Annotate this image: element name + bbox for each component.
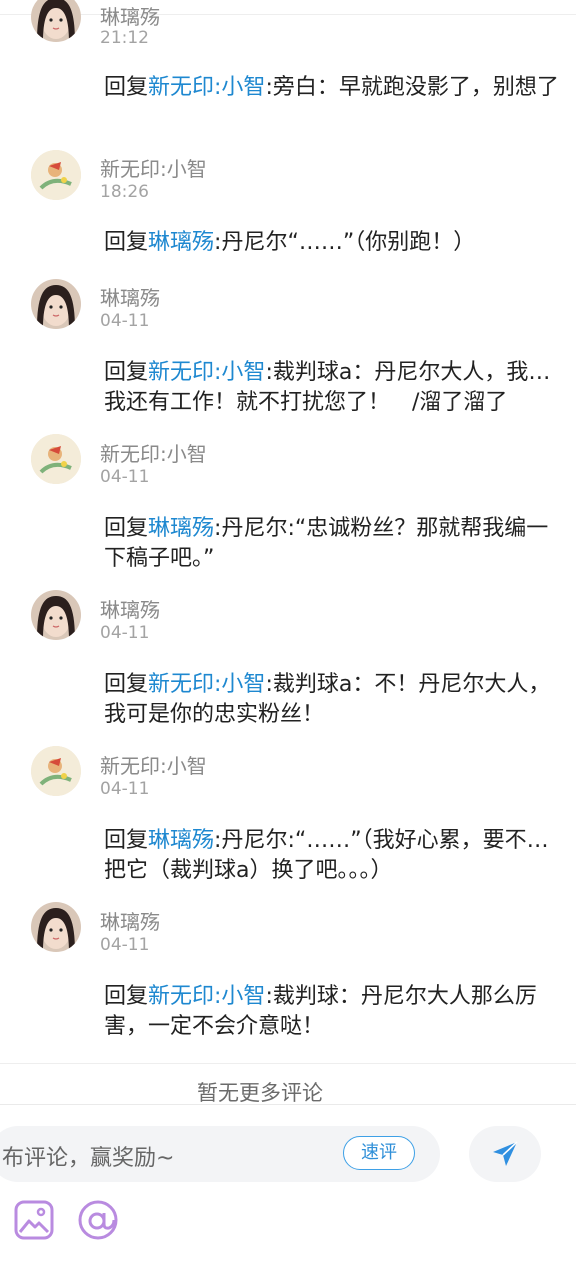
- comment-time: 04-11: [100, 779, 150, 799]
- comment-username[interactable]: 新无印:小智: [100, 153, 207, 182]
- reply-prefix: 回复: [104, 828, 149, 853]
- comment-body[interactable]: 回复琳璃殇:丹尼尔“……”（你别跑！）: [104, 228, 562, 258]
- avatar[interactable]: [31, 902, 81, 952]
- comment-body[interactable]: 回复新无印:小智:裁判球：丹尼尔大人那么厉害，一定不会介意哒！: [104, 982, 562, 1042]
- comment-username[interactable]: 琳璃殇: [100, 1, 160, 30]
- send-button[interactable]: [469, 1126, 541, 1182]
- comment-text: :旁白：早就跑没影了，别想了: [265, 75, 559, 100]
- avatar[interactable]: [31, 279, 81, 329]
- mention-link[interactable]: 新无印:小智: [148, 360, 265, 385]
- comment-text: :丹尼尔“……”（你别跑！）: [214, 230, 476, 255]
- comment-username[interactable]: 新无印:小智: [100, 750, 207, 779]
- comment-username[interactable]: 新无印:小智: [100, 438, 207, 467]
- comment-body[interactable]: 回复琳璃殇:丹尼尔:“忠诚粉丝？那就帮我编一下稿子吧。”: [104, 514, 562, 574]
- avatar[interactable]: [31, 150, 81, 200]
- comment-username[interactable]: 琳璃殇: [100, 906, 160, 935]
- mention-link[interactable]: 新无印:小智: [148, 672, 265, 697]
- comment-time: 18:26: [100, 182, 149, 202]
- at-sign-icon[interactable]: [76, 1198, 120, 1242]
- comment-time: 04-11: [100, 935, 150, 955]
- comment-body[interactable]: 回复新无印:小智:裁判球a：不！丹尼尔大人，我可是你的忠实粉丝！: [104, 670, 562, 730]
- reply-prefix: 回复: [104, 672, 149, 697]
- comment-body[interactable]: 回复琳璃殇:丹尼尔:“……”（我好心累，要不…把它（裁判球a）换了吧。。。）: [104, 826, 562, 886]
- reply-prefix: 回复: [104, 230, 149, 255]
- comment-time: 04-11: [100, 311, 150, 331]
- mention-link[interactable]: 琳璃殇: [148, 516, 214, 541]
- comment-input-placeholder: 布评论，赢奖励~: [2, 1146, 175, 1171]
- mention-link[interactable]: 新无印:小智: [148, 75, 265, 100]
- top-divider: [0, 14, 576, 15]
- reply-prefix: 回复: [104, 984, 149, 1009]
- image-icon[interactable]: [14, 1200, 54, 1240]
- comment-body[interactable]: 回复新无印:小智:旁白：早就跑没影了，别想了: [104, 73, 562, 103]
- send-plane-icon: [493, 1141, 518, 1166]
- reply-prefix: 回复: [104, 360, 149, 385]
- avatar[interactable]: [31, 746, 81, 796]
- bottom-bar-divider: [0, 1104, 576, 1105]
- comment-time: 04-11: [100, 623, 150, 643]
- avatar[interactable]: [31, 590, 81, 640]
- comment-username[interactable]: 琳璃殇: [100, 282, 160, 311]
- avatar[interactable]: [31, 434, 81, 484]
- avatar[interactable]: [31, 0, 81, 42]
- mention-link[interactable]: 新无印:小智: [148, 984, 265, 1009]
- comment-username[interactable]: 琳璃殇: [100, 594, 160, 623]
- mention-link[interactable]: 琳璃殇: [148, 230, 214, 255]
- reply-prefix: 回复: [104, 75, 149, 100]
- comment-time: 04-11: [100, 467, 150, 487]
- no-more-comments: 暂无更多评论: [197, 1081, 323, 1105]
- quick-comment-button[interactable]: 速评: [343, 1136, 415, 1170]
- mention-link[interactable]: 琳璃殇: [148, 828, 214, 853]
- reply-prefix: 回复: [104, 516, 149, 541]
- comment-time: 21:12: [100, 28, 149, 48]
- list-divider: [0, 1063, 576, 1064]
- comment-body[interactable]: 回复新无印:小智:裁判球a：丹尼尔大人，我…我还有工作！就不打扰您了！ /溜了溜…: [104, 358, 562, 418]
